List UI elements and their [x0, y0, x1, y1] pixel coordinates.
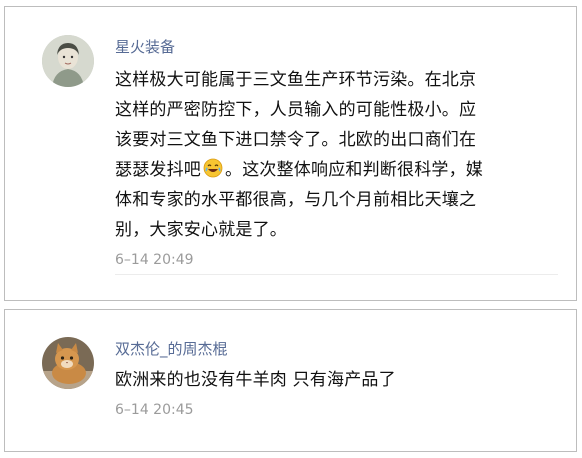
comment-text: 这样极大可能属于三文鱼生产环节污染。在北京 这样的严密防控下，人员输入的可能性极… — [115, 65, 558, 245]
username-link[interactable]: 双杰伦_的周杰棍 — [115, 339, 558, 359]
cat-avatar-icon — [42, 337, 94, 389]
comment-body: 星火装备 这样极大可能属于三文鱼生产环节污染。在北京 这样的严密防控下，人员输入… — [115, 37, 558, 269]
username-link[interactable]: 星火装备 — [115, 37, 558, 57]
laugh-crying-icon — [203, 158, 223, 178]
user-avatar-icon — [42, 35, 94, 87]
comment-card: 星火装备 这样极大可能属于三文鱼生产环节污染。在北京 这样的严密防控下，人员输入… — [4, 6, 577, 301]
comment-text: 欧洲来的也没有牛羊肉 只有海产品了 — [115, 370, 396, 390]
comment-card: 双杰伦_的周杰棍 欧洲来的也没有牛羊肉 只有海产品了 6–14 20:45 — [4, 309, 577, 452]
timestamp: 6–14 20:49 — [115, 252, 194, 268]
timestamp: 6–14 20:45 — [115, 402, 194, 418]
divider — [115, 274, 558, 275]
avatar[interactable] — [42, 35, 94, 87]
avatar[interactable] — [42, 337, 94, 389]
comment-body: 双杰伦_的周杰棍 欧洲来的也没有牛羊肉 只有海产品了 6–14 20:45 — [115, 339, 558, 419]
